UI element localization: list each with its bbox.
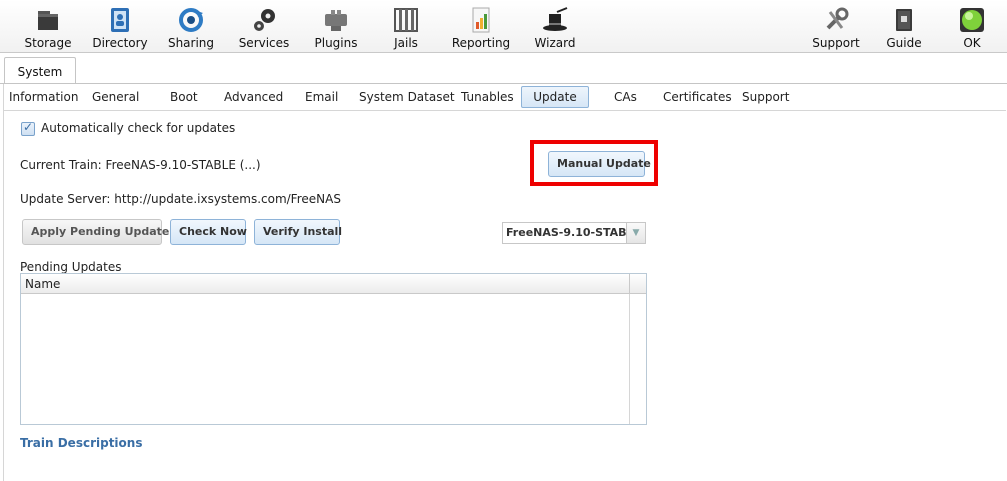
subtab-divider	[4, 110, 1006, 111]
storage-icon	[38, 11, 58, 30]
status-ok-icon	[960, 8, 984, 32]
sharing-button[interactable]: Sharing	[165, 2, 217, 50]
services-button[interactable]: Services	[236, 2, 292, 50]
grid-header-separator	[629, 274, 630, 293]
chevron-down-icon[interactable]: ▼	[626, 223, 645, 243]
reporting-button[interactable]: Reporting	[451, 2, 511, 50]
tab-system[interactable]: System	[4, 57, 76, 84]
plugins-icon	[325, 10, 347, 31]
pending-updates-grid: Name	[20, 273, 647, 425]
status-ok-label: OK	[963, 36, 981, 50]
status-ok-button[interactable]: OK	[952, 2, 992, 50]
grid-scrollbar-track[interactable]	[629, 294, 630, 424]
update-server-text: Update Server: http://update.ixsystems.c…	[20, 192, 341, 206]
subtab-tunables[interactable]: Tunables	[461, 86, 514, 108]
top-toolbar: Storage Directory Sharing Services Plugi…	[0, 0, 1007, 53]
auto-check-checkbox[interactable]: ✓	[21, 120, 35, 136]
plugins-button[interactable]: Plugins	[310, 2, 362, 50]
storage-button[interactable]: Storage	[18, 2, 78, 50]
subtab-information[interactable]: Information	[9, 86, 78, 108]
subtab-update[interactable]: Update	[521, 86, 589, 108]
subtab-general[interactable]: General	[92, 86, 139, 108]
train-select-value: FreeNAS-9.10-STABLE	[506, 226, 642, 239]
subtab-email[interactable]: Email	[305, 86, 338, 108]
storage-label: Storage	[24, 36, 72, 50]
guide-button[interactable]: Guide	[882, 2, 926, 50]
plugins-label: Plugins	[314, 36, 358, 50]
jails-icon	[394, 8, 418, 32]
directory-icon	[111, 8, 129, 32]
reporting-icon	[472, 7, 490, 33]
guide-label: Guide	[886, 36, 922, 50]
grid-column-name[interactable]: Name	[25, 277, 60, 291]
train-descriptions-link[interactable]: Train Descriptions	[20, 436, 142, 450]
services-icon	[254, 9, 275, 31]
subtab-certificates[interactable]: Certificates	[663, 86, 732, 108]
directory-button[interactable]: Directory	[90, 2, 150, 50]
subtab-advanced[interactable]: Advanced	[224, 86, 283, 108]
support-label: Support	[812, 36, 860, 50]
guide-icon	[896, 9, 912, 31]
system-subtabs: Information General Boot Advanced Email …	[0, 86, 1007, 108]
auto-check-label: Automatically check for updates	[41, 121, 236, 135]
train-select[interactable]: FreeNAS-9.10-STABLE ▼	[502, 222, 646, 244]
subtab-system-dataset[interactable]: System Dataset	[359, 86, 455, 108]
check-now-button[interactable]: Check Now	[170, 219, 247, 245]
support-icon	[826, 7, 849, 30]
services-label: Services	[238, 36, 290, 50]
verify-install-button[interactable]: Verify Install	[254, 219, 342, 245]
current-train-text: Current Train: FreeNAS-9.10-STABLE (...)	[20, 158, 261, 172]
subtab-cas[interactable]: CAs	[614, 86, 637, 108]
manual-update-highlight-box	[530, 140, 658, 186]
checkmark-icon: ✓	[23, 120, 34, 134]
subtab-support[interactable]: Support	[742, 86, 789, 108]
jails-label: Jails	[394, 36, 418, 50]
grid-header: Name	[21, 274, 646, 294]
pending-updates-label: Pending Updates	[20, 260, 122, 274]
jails-button[interactable]: Jails	[383, 2, 429, 50]
wizard-label: Wizard	[534, 36, 576, 50]
reporting-label: Reporting	[451, 36, 511, 50]
apply-pending-updates-button[interactable]: Apply Pending Updates	[22, 219, 176, 245]
subtab-boot[interactable]: Boot	[170, 86, 198, 108]
wizard-button[interactable]: Wizard	[530, 2, 580, 50]
directory-label: Directory	[92, 36, 148, 50]
sharing-label: Sharing	[167, 36, 215, 50]
wizard-icon	[543, 7, 568, 31]
support-button[interactable]: Support	[810, 2, 862, 50]
sharing-icon	[179, 8, 203, 32]
